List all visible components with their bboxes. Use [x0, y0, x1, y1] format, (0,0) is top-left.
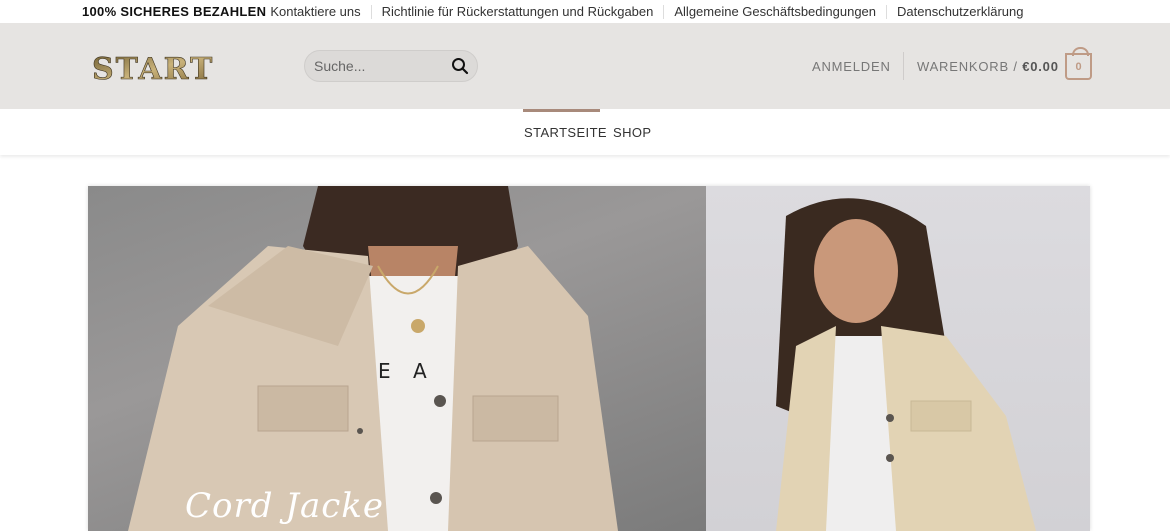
top-bar: 100% SICHERES BEZAHLEN Kontaktiere uns R…: [0, 0, 1170, 23]
main-navigation: STARTSEITE SHOP: [0, 109, 1170, 155]
topbar-link-privacy[interactable]: Datenschutzerklärung: [886, 4, 1033, 19]
site-logo[interactable]: START: [92, 51, 220, 88]
topbar-link-contact[interactable]: Kontaktiere uns: [266, 4, 370, 19]
cart-count-badge: 0: [1075, 61, 1082, 73]
login-link[interactable]: ANMELDEN: [812, 59, 891, 74]
search-box: [304, 50, 478, 82]
nav-item-shop[interactable]: SHOP: [613, 125, 651, 140]
hero-image-left: E A Cord Jacke: [88, 186, 706, 531]
topbar-link-refund-policy[interactable]: Richtlinie für Rückerstattungen und Rück…: [370, 4, 664, 19]
search-icon[interactable]: [451, 57, 469, 75]
cart-link[interactable]: WARENKORB / €0.00: [917, 59, 1059, 74]
site-header: START ANMELDEN WARENKORB / €0.00 0: [0, 23, 1170, 109]
topbar-link-terms[interactable]: Allgemeine Geschäftsbedingungen: [663, 4, 886, 19]
nav-item-startseite[interactable]: STARTSEITE: [524, 125, 607, 140]
cart-total: €0.00: [1022, 59, 1059, 74]
active-nav-indicator: [523, 109, 600, 112]
logo-graphic: START: [92, 52, 214, 88]
secure-payment-text: 100% SICHERES BEZAHLEN: [82, 4, 267, 19]
hero-banner[interactable]: E A Cord Jacke: [88, 186, 1090, 531]
cart-label: WARENKORB /: [917, 59, 1018, 74]
logo-text: START: [92, 52, 214, 85]
header-divider: [903, 52, 904, 80]
model-corduroy-jacket-illustration: E A: [128, 186, 618, 531]
tshirt-print: E A: [378, 359, 435, 383]
banner-headline: Cord Jacke: [185, 486, 384, 526]
search-input[interactable]: [305, 51, 445, 81]
model-beige-jacket-illustration: [776, 198, 1036, 531]
hero-image-right: [706, 186, 1090, 531]
shopping-bag-icon[interactable]: 0: [1065, 47, 1092, 80]
